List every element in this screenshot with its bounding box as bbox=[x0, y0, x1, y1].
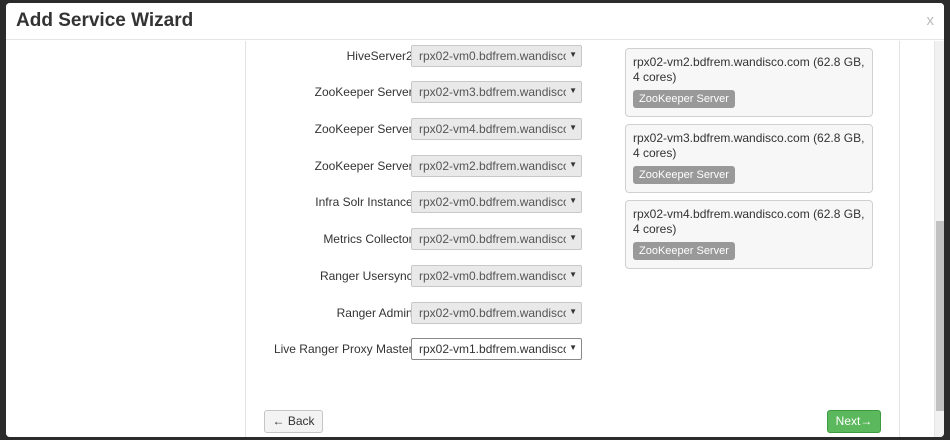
modal-title: Add Service Wizard bbox=[16, 10, 194, 31]
host-name: rpx02-vm2.bdfrem.wandisco.com (62.8 GB, … bbox=[633, 55, 865, 84]
host-select[interactable]: rpx02-vm3.bdfrem.wandisco.cor ▼ bbox=[411, 81, 582, 103]
assignment-row: ZooKeeper Server: rpx02-vm4.bdfrem.wandi… bbox=[246, 118, 591, 140]
host-card: rpx02-vm3.bdfrem.wandisco.com (62.8 GB, … bbox=[625, 124, 873, 193]
host-select[interactable]: rpx02-vm0.bdfrem.wandisco.cor ▼ bbox=[411, 45, 582, 67]
host-name: rpx02-vm3.bdfrem.wandisco.com (62.8 GB, … bbox=[633, 131, 865, 160]
component-badge: ZooKeeper Server bbox=[633, 242, 735, 260]
add-service-wizard-modal: Add Service Wizard x HiveServer2: rpx02-… bbox=[6, 3, 944, 437]
back-button[interactable]: ← Back bbox=[264, 410, 323, 433]
component-label: ZooKeeper Server: bbox=[314, 159, 416, 173]
component-label: Infra Solr Instance: bbox=[315, 195, 416, 209]
chevron-down-icon: ▼ bbox=[569, 123, 577, 132]
component-label: HiveServer2: bbox=[346, 49, 416, 63]
component-badge: ZooKeeper Server bbox=[633, 90, 735, 108]
component-badge: ZooKeeper Server bbox=[633, 166, 735, 184]
chevron-down-icon: ▼ bbox=[569, 270, 577, 279]
chevron-down-icon: ▼ bbox=[569, 50, 577, 59]
chevron-down-icon: ▼ bbox=[569, 86, 577, 95]
assignment-row: Ranger Admin: rpx02-vm0.bdfrem.wandisco.… bbox=[246, 302, 591, 324]
component-label: ZooKeeper Server: bbox=[314, 122, 416, 136]
chevron-down-icon: ▼ bbox=[569, 307, 577, 316]
host-card: rpx02-vm2.bdfrem.wandisco.com (62.8 GB, … bbox=[625, 48, 873, 117]
chevron-down-icon: ▼ bbox=[569, 343, 577, 352]
assignment-row: Metrics Collector: rpx02-vm0.bdfrem.wand… bbox=[246, 228, 591, 250]
host-select[interactable]: rpx02-vm4.bdfrem.wandisco.cor ▼ bbox=[411, 118, 582, 140]
host-select[interactable]: rpx02-vm0.bdfrem.wandisco.cor ▼ bbox=[411, 265, 582, 287]
chevron-down-icon: ▼ bbox=[569, 233, 577, 242]
host-select[interactable]: rpx02-vm2.bdfrem.wandisco.cor ▼ bbox=[411, 155, 582, 177]
assignment-row: ZooKeeper Server: rpx02-vm3.bdfrem.wandi… bbox=[246, 81, 591, 103]
component-label: Ranger Admin: bbox=[336, 306, 416, 320]
vertical-scrollbar[interactable] bbox=[934, 41, 944, 437]
next-button[interactable]: Next→ bbox=[827, 410, 881, 433]
component-label: Live Ranger Proxy Master: bbox=[273, 342, 416, 356]
host-name: rpx02-vm4.bdfrem.wandisco.com (62.8 GB, … bbox=[633, 207, 865, 236]
component-label: Metrics Collector: bbox=[323, 232, 416, 246]
host-select[interactable]: rpx02-vm0.bdfrem.wandisco.cor ▼ bbox=[411, 228, 582, 250]
chevron-down-icon: ▼ bbox=[569, 160, 577, 169]
chevron-down-icon: ▼ bbox=[569, 196, 577, 205]
host-select[interactable]: rpx02-vm0.bdfrem.wandisco.cor ▼ bbox=[411, 191, 582, 213]
assignment-row: ZooKeeper Server: rpx02-vm2.bdfrem.wandi… bbox=[246, 155, 591, 177]
component-label: ZooKeeper Server: bbox=[314, 85, 416, 99]
assignment-row: Infra Solr Instance: rpx02-vm0.bdfrem.wa… bbox=[246, 191, 591, 213]
host-card: rpx02-vm4.bdfrem.wandisco.com (62.8 GB, … bbox=[625, 200, 873, 269]
assignment-row: Ranger Usersync: rpx02-vm0.bdfrem.wandis… bbox=[246, 265, 591, 287]
modal-body: HiveServer2: rpx02-vm0.bdfrem.wandisco.c… bbox=[6, 41, 934, 437]
assignment-row: HiveServer2: rpx02-vm0.bdfrem.wandisco.c… bbox=[246, 45, 591, 67]
host-select[interactable]: rpx02-vm1.bdfrem.wandisco.cor ▼ bbox=[411, 338, 582, 360]
assign-masters-panel: HiveServer2: rpx02-vm0.bdfrem.wandisco.c… bbox=[245, 41, 900, 437]
component-label: Ranger Usersync: bbox=[319, 269, 416, 283]
modal-header: Add Service Wizard x bbox=[6, 3, 944, 40]
assignment-row: Live Ranger Proxy Master: rpx02-vm1.bdfr… bbox=[246, 338, 591, 360]
close-icon[interactable]: x bbox=[927, 12, 935, 29]
host-select[interactable]: rpx02-vm0.bdfrem.wandisco.cor ▼ bbox=[411, 302, 582, 324]
scrollbar-thumb[interactable] bbox=[936, 221, 944, 411]
